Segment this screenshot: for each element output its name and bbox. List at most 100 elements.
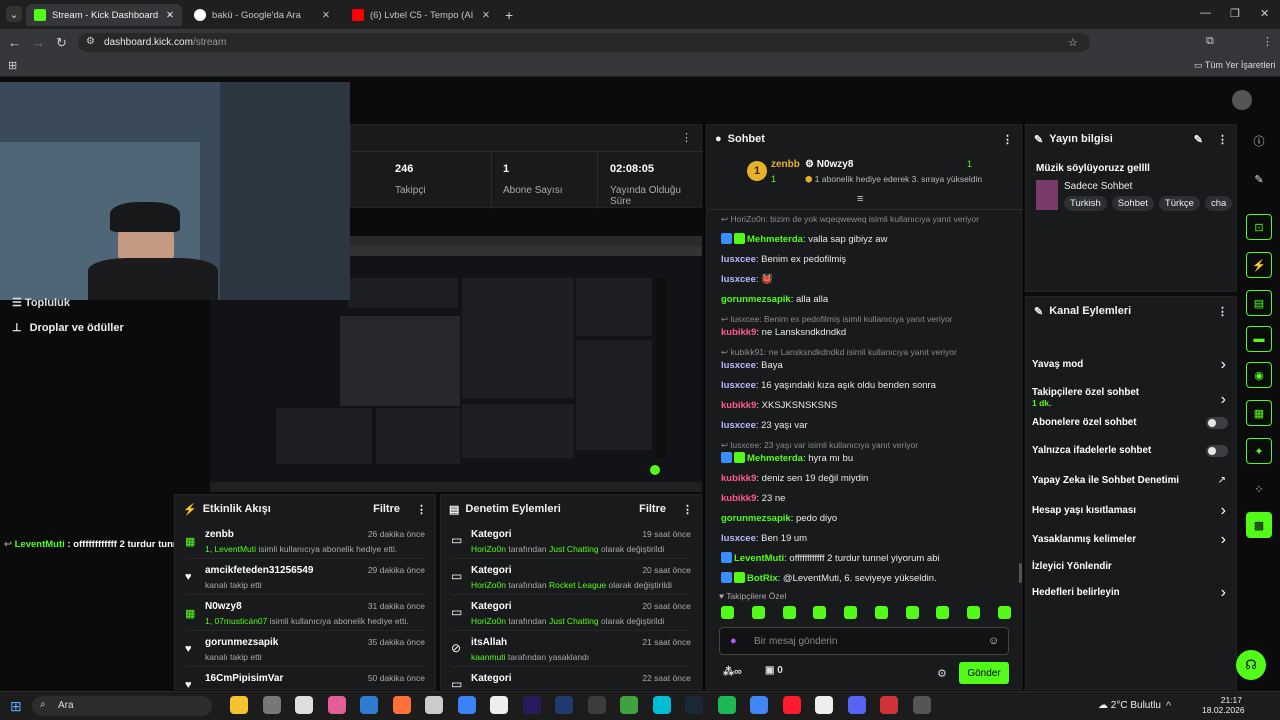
photoshop-icon[interactable]	[555, 696, 573, 714]
moderation-item[interactable]: ▭ Kategori 20 saat önce HoriZo0n tarafından…	[451, 595, 691, 631]
chat-input[interactable]: ● Bir mesaj gönderin ☺	[719, 627, 1009, 655]
chat-username[interactable]: kubikk9	[721, 327, 756, 338]
film-icon[interactable]: ▩	[1246, 512, 1272, 538]
emote-icon[interactable]	[813, 606, 827, 619]
current-gifter[interactable]: ⚙ N0wzy8	[805, 159, 853, 170]
tray-chevron-icon[interactable]: ^	[1166, 700, 1171, 712]
more-icon[interactable]: ⋮	[1217, 133, 1228, 146]
moderation-item[interactable]: ▭ Kategori 20 saat önce HoriZo0n tarafından…	[451, 559, 691, 595]
chat-username[interactable]: lusxcee	[721, 533, 756, 544]
more-icon[interactable]: ⋮	[681, 131, 692, 144]
apps-grid-icon[interactable]: ⊞	[8, 59, 17, 72]
task-view-icon[interactable]	[262, 696, 281, 714]
moderation-item[interactable]: ▭ Kategori 22 saat önce	[451, 667, 691, 689]
close-icon[interactable]: ✕	[482, 10, 490, 21]
expand-pinned-icon[interactable]: ≡	[857, 193, 863, 205]
notion-icon[interactable]	[490, 696, 508, 714]
broadcast-icon[interactable]: ◉	[1246, 362, 1272, 388]
tag-chip[interactable]: Turkish	[1064, 196, 1107, 211]
chat-username[interactable]: lusxcee	[721, 360, 756, 371]
channel-action-item[interactable]: Yapay Zeka ile Sohbet Denetimi ↗	[1032, 475, 1230, 486]
app-red-icon[interactable]	[880, 696, 898, 714]
chat-username[interactable]: kubikk9	[721, 493, 756, 504]
maximize-icon[interactable]: ❐	[1230, 7, 1240, 20]
chat-message[interactable]: kubikk9: deniz sen 19 değil miydin	[707, 472, 1017, 485]
reload-icon[interactable]: ↻	[56, 35, 67, 51]
clock[interactable]: 21:17 18.02.2026	[1202, 695, 1245, 715]
back-icon[interactable]: ←	[8, 35, 21, 50]
emoji-icon[interactable]: ☺	[988, 635, 999, 647]
chat-username[interactable]: lusxcee	[721, 420, 756, 431]
chat-username[interactable]: lusxcee	[721, 254, 756, 265]
microphone-icon[interactable]: ●	[730, 635, 737, 647]
close-icon[interactable]: ✕	[166, 10, 174, 21]
tab-search-icon[interactable]: ⌄	[6, 6, 22, 22]
chat-username[interactable]: Mehmeterda	[747, 453, 803, 464]
more-icon[interactable]: ⋮	[682, 503, 693, 516]
channel-action-item[interactable]: Abonelere özel sohbet	[1032, 417, 1230, 429]
info-icon[interactable]: ⓘ	[1246, 128, 1272, 154]
chat-message[interactable]: Mehmeterda: valla sap gibiyz aw	[707, 233, 1017, 246]
windows-start-icon[interactable]: ⊞	[10, 698, 22, 715]
chat-username[interactable]: kubikk9	[721, 400, 756, 411]
chat-message[interactable]: kubikk9: XKSJKSNSKSNS	[707, 399, 1017, 412]
more-icon[interactable]: ⋮	[1002, 133, 1013, 146]
widgets-icon[interactable]	[230, 696, 248, 714]
channel-points[interactable]: ⁂∞	[723, 665, 742, 678]
chat-message[interactable]: ↩ lusxcee: 23 yaşı var isimli kullanıcıy…	[707, 439, 1017, 465]
minimize-icon[interactable]: —	[1200, 7, 1211, 19]
activity-item[interactable]: ♥ amcikfeteden31256549 29 dakika önce kanal…	[185, 559, 425, 595]
moderation-item[interactable]: ▭ Kategori 19 saat önce HoriZo0n tarafından…	[451, 523, 691, 559]
dots-icon[interactable]: ⁘	[1246, 476, 1272, 502]
chat-message[interactable]: gorunmezsapik: pedo diyo	[707, 512, 1017, 525]
photos-icon[interactable]	[327, 696, 346, 714]
chat-message[interactable]: lusxcee: Ben 19 um	[707, 532, 1017, 545]
capture-icon[interactable]: ⊡	[1246, 214, 1272, 240]
emote-icon[interactable]	[997, 606, 1011, 619]
activity-item[interactable]: ▦ N0wzy8 31 dakika önce 1, 07musticán07 isi…	[185, 595, 425, 631]
file-explorer-icon[interactable]	[360, 696, 378, 714]
chat-message[interactable]: lusxcee: 👹	[707, 273, 1017, 286]
kick-app-icon[interactable]	[295, 696, 313, 714]
emote-icon[interactable]	[874, 606, 888, 619]
sidebar-item-drops[interactable]: ⊥ Droplar ve ödüller	[12, 321, 124, 334]
chat-message[interactable]: gorunmezsapik: alla alla	[707, 293, 1017, 306]
emote-icon[interactable]	[967, 606, 981, 619]
emote-icon[interactable]	[721, 606, 734, 619]
taskbar-search[interactable]: ⌕ Ara	[32, 696, 212, 716]
wrench-icon[interactable]: ✦	[1246, 438, 1272, 464]
activity-item[interactable]: ▦ zenbb 26 dakika önce 1, LeventMuti isimli…	[185, 523, 425, 559]
spotify-icon[interactable]	[717, 696, 736, 714]
send-button[interactable]: Gönder	[959, 662, 1009, 684]
chat-message[interactable]: ↩ kubikk91: ne Lansksndkdndkd isimli kul…	[707, 346, 1017, 372]
layout-icon[interactable]: ▦	[1246, 400, 1272, 426]
opera-icon[interactable]	[782, 696, 801, 714]
emote-icon[interactable]	[751, 606, 765, 619]
chat-username[interactable]: Mehmeterda	[747, 234, 803, 245]
activity-item[interactable]: ♥ 16CmPipisimVar 50 dakika önce	[185, 667, 425, 689]
activity-item[interactable]: ♥ gorunmezsapik 35 dakika önce kanalı takip…	[185, 631, 425, 667]
filter-button[interactable]: Filtre	[373, 503, 400, 515]
chat-message[interactable]: kubikk9: 23 ne	[707, 492, 1017, 505]
chat-message[interactable]: lusxcee: 23 yaşı var	[707, 419, 1017, 432]
more-icon[interactable]: ⋮	[416, 503, 427, 516]
chat-message[interactable]: lusxcee: Benim ex pedofilmiş	[707, 253, 1017, 266]
minecraft-icon[interactable]	[620, 696, 638, 714]
close-icon[interactable]: ✕	[322, 10, 330, 21]
edit-icon[interactable]: ✎	[1194, 133, 1203, 146]
toggle-switch[interactable]	[1206, 417, 1228, 429]
chat-username[interactable]: BotRix	[747, 573, 778, 584]
tab-kick-dashboard[interactable]: Stream - Kick Dashboard ✕	[26, 4, 182, 26]
sidebar-item-topics[interactable]: ☰ Topluluk	[12, 296, 162, 308]
chat-message[interactable]: LeventMuti: offffffffffff 2 turdur tunne…	[707, 552, 1017, 565]
new-tab-icon[interactable]: +	[505, 7, 513, 23]
davinci-icon[interactable]	[587, 696, 606, 714]
avatar[interactable]	[1232, 90, 1252, 110]
close-window-icon[interactable]: ✕	[1260, 7, 1269, 20]
tag-chip[interactable]: Sohbet	[1111, 196, 1154, 211]
chat-settings-icon[interactable]: ⚙	[937, 667, 947, 680]
channel-action-item[interactable]: Hedefleri belirleyin ›	[1032, 584, 1230, 601]
menu-icon[interactable]: ⋮	[1262, 35, 1273, 48]
chat-username[interactable]: lusxcee	[721, 274, 756, 285]
chrome-icon[interactable]	[750, 696, 768, 714]
